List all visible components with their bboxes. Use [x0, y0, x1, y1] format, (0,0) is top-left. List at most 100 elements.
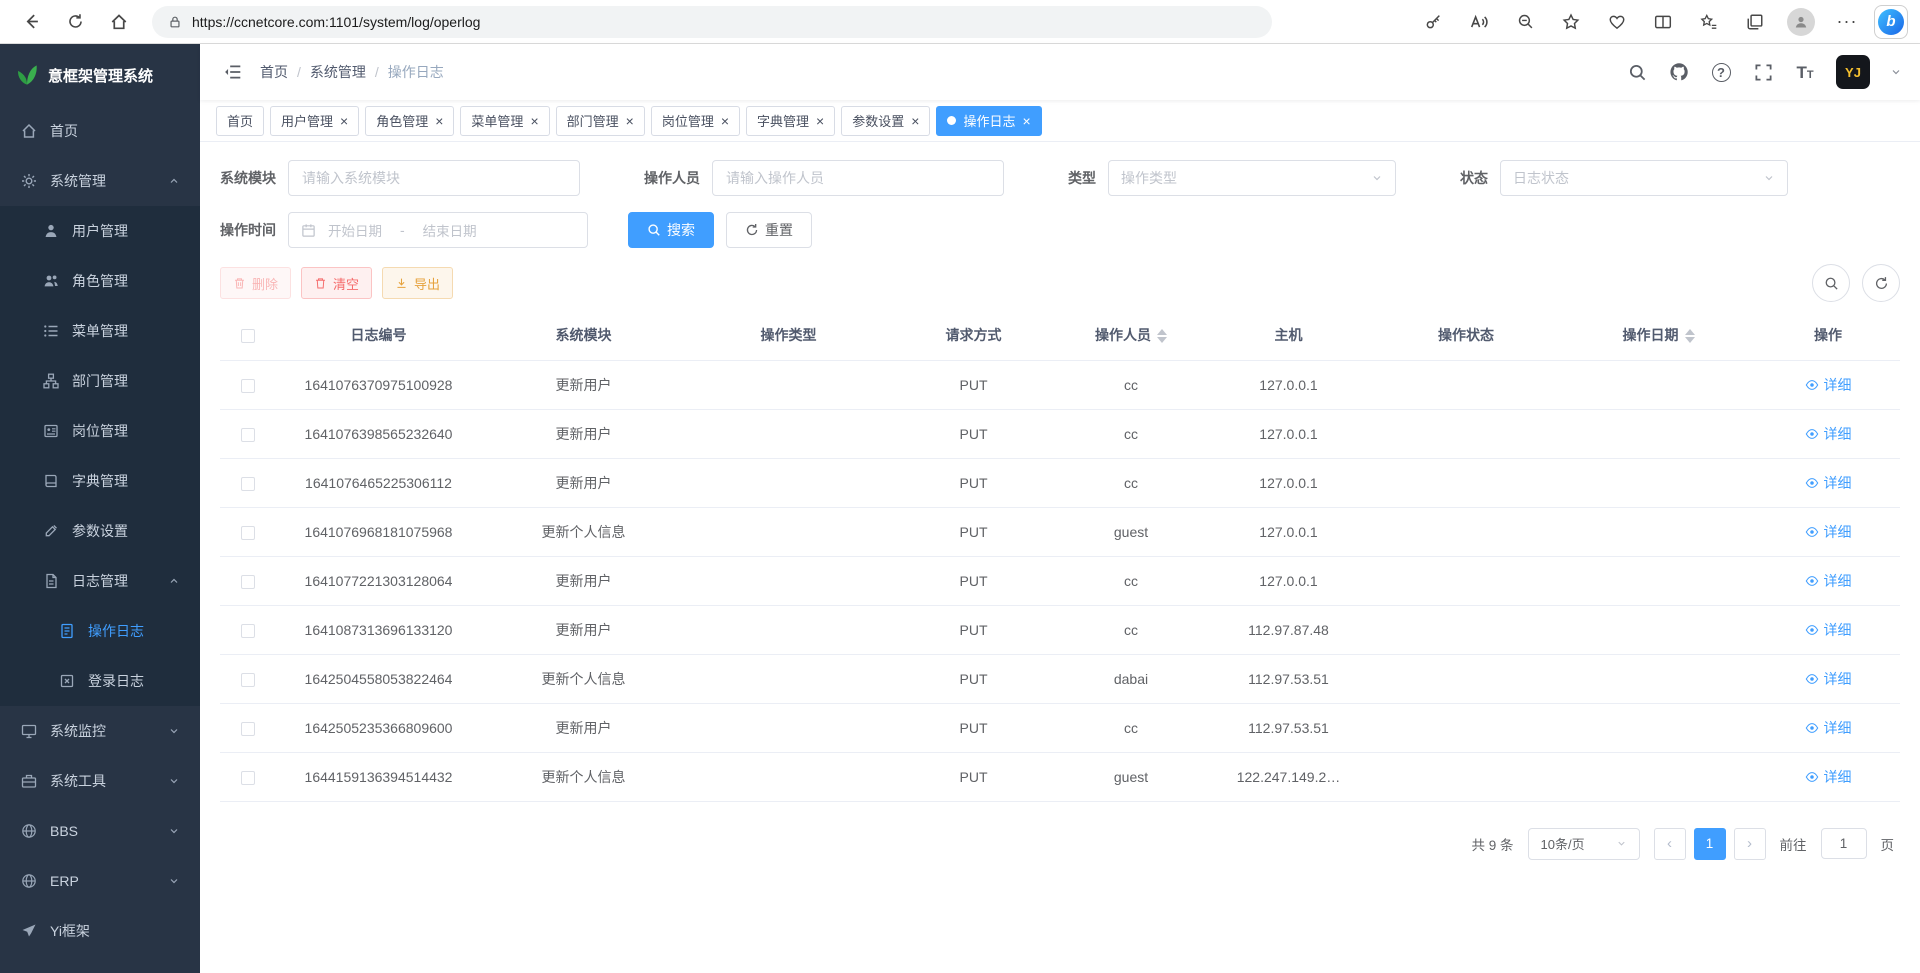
favorites-bar-icon[interactable]	[1690, 4, 1728, 40]
tabs-bar: 首页 用户管理× 角色管理× 菜单管理× 部门管理× 岗位管理× 字典管理× 参…	[200, 100, 1920, 142]
close-icon[interactable]: ×	[340, 114, 348, 128]
browser-more-icon[interactable]: ···	[1828, 4, 1866, 40]
tab-param-settings[interactable]: 参数设置×	[841, 106, 930, 136]
column-operator[interactable]: 操作人员	[1056, 310, 1206, 360]
sidebar-item-operation-log[interactable]: 操作日志	[0, 606, 200, 656]
sidebar-item-dict-mgmt[interactable]: 字典管理	[0, 456, 200, 506]
read-aloud-icon[interactable]	[1460, 4, 1498, 40]
tab-dict-mgmt[interactable]: 字典管理×	[746, 106, 835, 136]
close-icon[interactable]: ×	[530, 114, 538, 128]
sidebar-item-system-monitor[interactable]: 系统监控	[0, 706, 200, 756]
sidebar-item-system[interactable]: 系统管理	[0, 156, 200, 206]
browser-home-button[interactable]	[100, 4, 138, 40]
collections-icon[interactable]	[1736, 4, 1774, 40]
detail-link[interactable]: 详细	[1805, 424, 1852, 444]
status-filter-select[interactable]: 日志状态	[1500, 160, 1788, 196]
operator-filter-input[interactable]	[712, 160, 1004, 196]
detail-link[interactable]: 详细	[1805, 767, 1852, 787]
tab-dept-mgmt[interactable]: 部门管理×	[556, 106, 645, 136]
tab-home[interactable]: 首页	[216, 106, 264, 136]
browser-refresh-button[interactable]	[56, 4, 94, 40]
goto-page-input[interactable]	[1821, 828, 1867, 859]
split-screen-icon[interactable]	[1644, 4, 1682, 40]
detail-link[interactable]: 详细	[1805, 522, 1852, 542]
sidebar-item-login-log[interactable]: 登录日志	[0, 656, 200, 706]
sidebar-item-log-mgmt[interactable]: 日志管理	[0, 556, 200, 606]
row-checkbox[interactable]	[241, 624, 255, 638]
tab-user-mgmt[interactable]: 用户管理×	[270, 106, 359, 136]
browser-address-bar[interactable]: https://ccnetcore.com:1101/system/log/op…	[152, 6, 1272, 38]
password-key-icon[interactable]	[1414, 4, 1452, 40]
sidebar-collapse-button[interactable]	[218, 57, 248, 87]
breadcrumb-home[interactable]: 首页	[260, 62, 288, 82]
close-icon[interactable]: ×	[435, 114, 443, 128]
sidebar-item-erp[interactable]: ERP	[0, 856, 200, 906]
sidebar-item-yi-framework[interactable]: Yi框架	[0, 906, 200, 956]
sort-carets-icon[interactable]	[1685, 329, 1695, 343]
sidebar-item-user-mgmt[interactable]: 用户管理	[0, 206, 200, 256]
detail-link[interactable]: 详细	[1805, 473, 1852, 493]
select-all-checkbox[interactable]	[241, 329, 255, 343]
page-1-button[interactable]: 1	[1694, 828, 1726, 860]
search-button[interactable]: 搜索	[628, 212, 714, 248]
sidebar-item-dept-mgmt[interactable]: 部门管理	[0, 356, 200, 406]
toggle-search-button[interactable]	[1812, 264, 1850, 302]
detail-link[interactable]: 详细	[1805, 571, 1852, 591]
close-icon[interactable]: ×	[721, 114, 729, 128]
sidebar-item-system-tools[interactable]: 系统工具	[0, 756, 200, 806]
row-checkbox[interactable]	[241, 722, 255, 736]
close-icon[interactable]: ×	[816, 114, 824, 128]
user-avatar[interactable]: YJ	[1836, 55, 1870, 89]
next-page-button[interactable]: ›	[1734, 828, 1766, 860]
zoom-out-icon[interactable]	[1506, 4, 1544, 40]
tab-operation-log[interactable]: 操作日志×	[936, 106, 1041, 136]
breadcrumb-system-mgmt[interactable]: 系统管理	[310, 62, 366, 82]
sidebar-item-menu-mgmt[interactable]: 菜单管理	[0, 306, 200, 356]
detail-link[interactable]: 详细	[1805, 375, 1852, 395]
page-size-select[interactable]: 10条/页	[1528, 828, 1640, 860]
close-icon[interactable]: ×	[626, 114, 634, 128]
detail-link[interactable]: 详细	[1805, 669, 1852, 689]
close-icon[interactable]: ×	[1022, 114, 1030, 128]
row-checkbox[interactable]	[241, 673, 255, 687]
delete-button[interactable]: 删除	[220, 267, 291, 299]
reset-button[interactable]: 重置	[726, 212, 812, 248]
column-date[interactable]: 操作日期	[1561, 310, 1756, 360]
tab-menu-mgmt[interactable]: 菜单管理×	[460, 106, 549, 136]
row-checkbox[interactable]	[241, 379, 255, 393]
row-checkbox[interactable]	[241, 477, 255, 491]
detail-link[interactable]: 详细	[1805, 718, 1852, 738]
row-checkbox[interactable]	[241, 771, 255, 785]
browser-profile-avatar[interactable]	[1782, 4, 1820, 40]
sidebar-item-post-mgmt[interactable]: 岗位管理	[0, 406, 200, 456]
search-icon[interactable]	[1626, 61, 1648, 83]
tab-role-mgmt[interactable]: 角色管理×	[365, 106, 454, 136]
browser-essentials-icon[interactable]	[1598, 4, 1636, 40]
sidebar-item-param-settings[interactable]: 参数设置	[0, 506, 200, 556]
module-filter-input[interactable]	[288, 160, 580, 196]
row-checkbox[interactable]	[241, 575, 255, 589]
browser-back-button[interactable]	[12, 4, 50, 40]
sidebar-item-home[interactable]: 首页	[0, 106, 200, 156]
bing-copilot-icon[interactable]: b	[1874, 5, 1908, 39]
help-icon[interactable]: ?	[1710, 61, 1732, 83]
github-icon[interactable]	[1668, 61, 1690, 83]
row-checkbox[interactable]	[241, 428, 255, 442]
export-button[interactable]: 导出	[382, 267, 453, 299]
font-size-icon[interactable]: TT	[1794, 61, 1816, 83]
row-checkbox[interactable]	[241, 526, 255, 540]
fullscreen-icon[interactable]	[1752, 61, 1774, 83]
favorites-add-icon[interactable]	[1552, 4, 1590, 40]
tab-post-mgmt[interactable]: 岗位管理×	[651, 106, 740, 136]
sidebar-item-bbs[interactable]: BBS	[0, 806, 200, 856]
sort-carets-icon[interactable]	[1157, 329, 1167, 343]
detail-link[interactable]: 详细	[1805, 620, 1852, 640]
prev-page-button[interactable]: ‹	[1654, 828, 1686, 860]
date-range-picker[interactable]: 开始日期 - 结束日期	[288, 212, 588, 248]
close-icon[interactable]: ×	[911, 114, 919, 128]
chevron-down-icon[interactable]	[1890, 66, 1902, 78]
type-filter-select[interactable]: 操作类型	[1108, 160, 1396, 196]
clear-button[interactable]: 清空	[301, 267, 372, 299]
sidebar-item-role-mgmt[interactable]: 角色管理	[0, 256, 200, 306]
refresh-table-button[interactable]	[1862, 264, 1900, 302]
